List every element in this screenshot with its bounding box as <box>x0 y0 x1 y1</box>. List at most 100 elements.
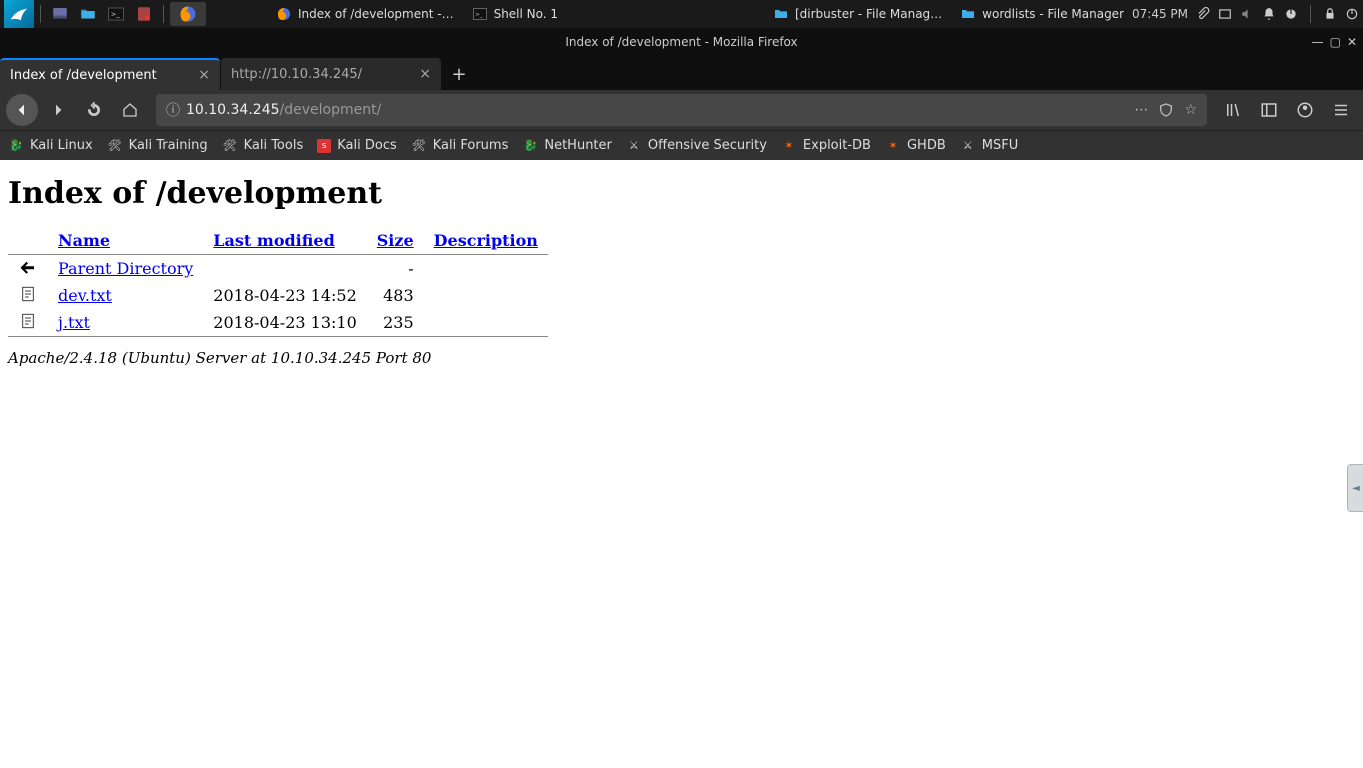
text-file-icon <box>18 311 38 331</box>
text-file-icon <box>18 284 38 304</box>
text-editor-icon[interactable] <box>131 1 157 27</box>
window-title: Index of /development - Mozilla Firefox <box>565 35 797 49</box>
bookmark-kali-training[interactable]: 🛠Kali Training <box>107 138 208 154</box>
page-action-icon[interactable]: ⋯ <box>1134 102 1148 118</box>
col-desc-link[interactable]: Description <box>434 231 538 250</box>
tool-icon: 🛠 <box>222 138 238 154</box>
minimize-icon[interactable]: — <box>1312 35 1324 49</box>
app-menu-icon[interactable] <box>4 0 34 28</box>
col-name-link[interactable]: Name <box>58 231 110 250</box>
account-icon[interactable] <box>1289 94 1321 126</box>
cell-size: - <box>367 255 424 282</box>
home-button[interactable] <box>114 94 146 126</box>
tab-close-icon[interactable]: × <box>198 67 210 83</box>
file-link[interactable]: dev.txt <box>58 286 112 305</box>
dragon-icon: 🐉 <box>8 138 24 154</box>
cell-modified <box>203 255 366 282</box>
col-modified-link[interactable]: Last modified <box>213 231 334 250</box>
tab-label: http://10.10.34.245/ <box>231 67 411 82</box>
page-heading: Index of /development <box>8 176 1355 211</box>
url-path: /development/ <box>280 102 382 118</box>
taskbar-label: [dirbuster - File Manag… <box>795 7 942 21</box>
file-manager-icon[interactable] <box>75 1 101 27</box>
reader-shield-icon[interactable] <box>1158 102 1174 118</box>
back-button[interactable] <box>6 94 38 126</box>
exploit-icon: ✶ <box>781 138 797 154</box>
close-icon[interactable]: ✕ <box>1347 35 1357 49</box>
taskbar-item-wordlists[interactable]: wordlists - File Manager <box>952 2 1132 26</box>
reload-button[interactable] <box>78 94 110 126</box>
table-row: j.txt 2018-04-23 13:10 235 <box>8 309 548 337</box>
svg-text:>_: >_ <box>111 10 121 18</box>
taskbar-item-firefox[interactable]: Index of /development -… <box>268 2 462 26</box>
power-icon[interactable] <box>1284 7 1298 21</box>
folder-icon <box>773 6 789 22</box>
browser-tab-active[interactable]: Index of /development × <box>0 58 220 90</box>
sidebar-icon[interactable] <box>1253 94 1285 126</box>
table-row: dev.txt 2018-04-23 14:52 483 <box>8 282 548 309</box>
doc-icon: s <box>317 139 331 153</box>
page-content: Index of /development Name Last modified… <box>0 160 1363 768</box>
bookmark-kali-forums[interactable]: 🛠Kali Forums <box>411 138 509 154</box>
svg-text:>_: >_ <box>475 12 482 18</box>
site-info-icon[interactable]: ⓘ <box>166 100 180 120</box>
firefox-icon <box>276 6 292 22</box>
bookmark-ghdb[interactable]: ✶GHDB <box>885 138 946 154</box>
cell-modified: 2018-04-23 13:10 <box>203 309 366 337</box>
url-bar[interactable]: ⓘ 10.10.34.245/development/ ⋯ ☆ <box>156 94 1207 126</box>
bookmark-kali-tools[interactable]: 🛠Kali Tools <box>222 138 304 154</box>
bookmark-offsec[interactable]: ⚔Offensive Security <box>626 138 767 154</box>
browser-toolbar: ⓘ 10.10.34.245/development/ ⋯ ☆ <box>0 90 1363 130</box>
terminal-icon: >_ <box>472 6 488 22</box>
taskbar-item-dirbuster[interactable]: [dirbuster - File Manag… <box>765 2 950 26</box>
clock[interactable]: 07:45 PM <box>1132 7 1188 21</box>
library-icon[interactable] <box>1217 94 1249 126</box>
taskbar-label: wordlists - File Manager <box>982 7 1124 21</box>
bookmark-kali-docs[interactable]: sKali Docs <box>317 138 397 153</box>
notification-bell-icon[interactable] <box>1262 7 1276 21</box>
hamburger-menu-icon[interactable] <box>1325 94 1357 126</box>
tab-close-icon[interactable]: × <box>419 66 431 82</box>
side-panel-handle[interactable]: ◄ <box>1347 464 1363 512</box>
maximize-icon[interactable]: ▢ <box>1330 35 1341 49</box>
bookmark-nethunter[interactable]: 🐉NetHunter <box>522 138 612 154</box>
bookmark-star-icon[interactable]: ☆ <box>1184 102 1197 118</box>
attach-icon[interactable] <box>1196 7 1210 21</box>
server-footer: Apache/2.4.18 (Ubuntu) Server at 10.10.3… <box>8 349 1355 367</box>
col-size-link[interactable]: Size <box>377 231 414 250</box>
browser-tab[interactable]: http://10.10.34.245/ × <box>221 58 441 90</box>
forum-icon: 🛠 <box>411 138 427 154</box>
taskbar-label: Shell No. 1 <box>494 7 558 21</box>
table-row: Parent Directory - <box>8 255 548 282</box>
forward-button[interactable] <box>42 94 74 126</box>
workspace-icon[interactable] <box>1218 7 1232 21</box>
offsec-icon: ⚔ <box>960 138 976 154</box>
bookmark-kali-linux[interactable]: 🐉Kali Linux <box>8 138 93 154</box>
file-link[interactable]: j.txt <box>58 313 90 332</box>
taskbar-item-shell[interactable]: >_ Shell No. 1 <box>464 2 566 26</box>
exploit-icon: ✶ <box>885 138 901 154</box>
tab-label: Index of /development <box>10 68 190 83</box>
url-host: 10.10.34.245 <box>186 102 280 118</box>
show-desktop-icon[interactable] <box>47 1 73 27</box>
directory-listing-table: Name Last modified Size Description Pare… <box>8 227 548 337</box>
lock-icon[interactable] <box>1323 7 1337 21</box>
back-arrow-icon <box>18 257 38 277</box>
browser-tabstrip: Index of /development × http://10.10.34.… <box>0 56 1363 90</box>
window-titlebar[interactable]: Index of /development - Mozilla Firefox … <box>0 28 1363 56</box>
terminal-launcher-icon[interactable]: >_ <box>103 1 129 27</box>
url-text: 10.10.34.245/development/ <box>186 102 1128 118</box>
cell-size: 483 <box>367 282 424 309</box>
taskbar-firefox-icon[interactable] <box>170 2 206 26</box>
bookmarks-bar: 🐉Kali Linux 🛠Kali Training 🛠Kali Tools s… <box>0 130 1363 160</box>
tool-icon: 🛠 <box>107 138 123 154</box>
bookmark-exploitdb[interactable]: ✶Exploit-DB <box>781 138 871 154</box>
cell-modified: 2018-04-23 14:52 <box>203 282 366 309</box>
new-tab-button[interactable]: + <box>442 58 476 90</box>
logout-icon[interactable] <box>1345 7 1359 21</box>
volume-icon[interactable] <box>1240 7 1254 21</box>
taskbar-label: Index of /development -… <box>298 7 454 21</box>
parent-directory-link[interactable]: Parent Directory <box>58 259 193 278</box>
bookmark-msfu[interactable]: ⚔MSFU <box>960 138 1018 154</box>
desktop-panel: >_ Index of /development -… >_ Shell No.… <box>0 0 1363 28</box>
